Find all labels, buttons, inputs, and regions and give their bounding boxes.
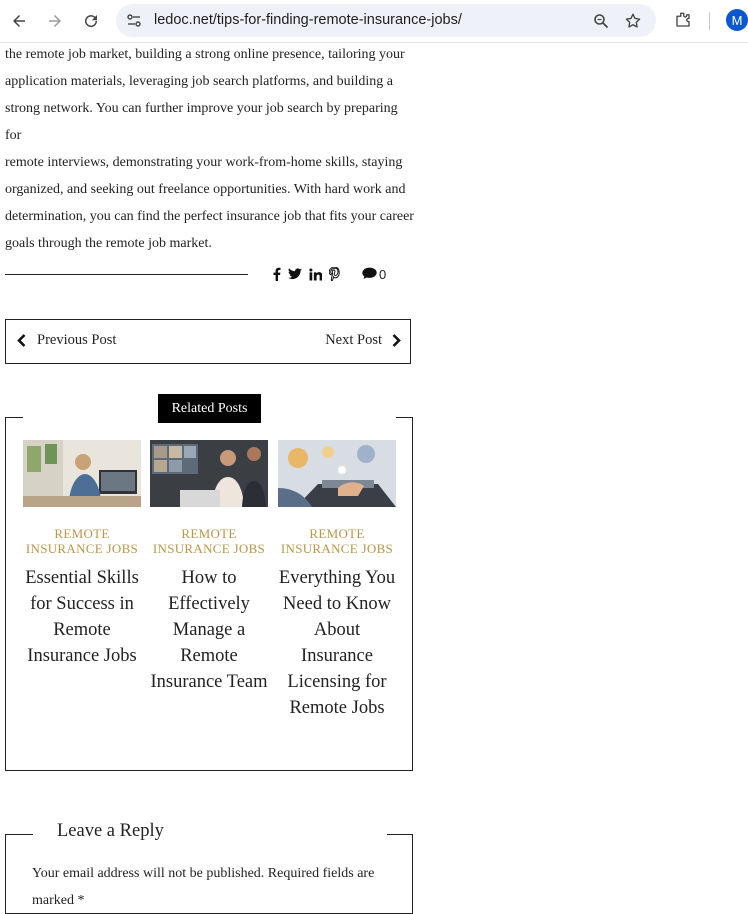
article-line: remote interviews, demonstrating your wo… bbox=[5, 155, 403, 170]
star-icon[interactable] bbox=[622, 10, 644, 32]
article-line: the remote job market, building a strong… bbox=[5, 47, 405, 62]
related-posts-heading: Related Posts bbox=[158, 394, 261, 423]
related-post-thumbnail[interactable] bbox=[278, 440, 396, 507]
related-box-top-right-edge bbox=[396, 417, 413, 418]
article-line: goals through the remote job market. bbox=[5, 236, 212, 251]
related-post-card[interactable]: REMOTE INSURANCE JOBS Essential Skills f… bbox=[22, 440, 142, 669]
linkedin-icon[interactable] bbox=[309, 268, 322, 281]
chevron-right-icon bbox=[392, 334, 401, 347]
post-navigation: Previous Post Next Post bbox=[5, 319, 411, 364]
profile-avatar[interactable]: M bbox=[726, 9, 748, 31]
comment-icon bbox=[362, 267, 377, 282]
reply-box-top-right-edge bbox=[387, 834, 413, 835]
reply-heading: Leave a Reply bbox=[57, 821, 164, 842]
reply-box-top-left-edge bbox=[5, 834, 33, 835]
article-line: application materials, leveraging job se… bbox=[5, 74, 393, 89]
article-line: strong network. You can further improve … bbox=[5, 101, 398, 143]
previous-post-link[interactable]: Previous Post bbox=[16, 332, 116, 349]
related-post-thumbnail[interactable] bbox=[150, 440, 268, 507]
address-bar[interactable]: ledoc.net/tips-for-finding-remote-insura… bbox=[116, 4, 656, 37]
site-settings-icon[interactable] bbox=[124, 11, 144, 31]
comment-count[interactable]: 0 bbox=[362, 264, 386, 284]
share-divider bbox=[5, 274, 248, 275]
related-post-title[interactable]: Everything You Need to Know About Insura… bbox=[277, 565, 397, 721]
article-line: determination, you can find the perfect … bbox=[5, 209, 414, 224]
reply-note: Your email address will not be published… bbox=[32, 866, 375, 908]
article-body: the remote job market, building a strong… bbox=[5, 41, 415, 257]
pinterest-icon[interactable] bbox=[329, 267, 340, 281]
related-post-category[interactable]: REMOTE INSURANCE JOBS bbox=[149, 526, 269, 556]
related-post-title[interactable]: How to Effectively Manage a Remote Insur… bbox=[149, 565, 269, 695]
article-line: organized, and seeking out freelance opp… bbox=[5, 182, 406, 197]
toolbar-divider bbox=[709, 12, 710, 30]
next-post-label: Next Post bbox=[325, 332, 382, 348]
previous-post-label: Previous Post bbox=[37, 332, 117, 348]
reload-icon[interactable] bbox=[78, 8, 104, 34]
twitter-icon[interactable] bbox=[288, 268, 302, 280]
comment-count-value: 0 bbox=[379, 266, 387, 282]
related-post-card[interactable]: REMOTE INSURANCE JOBS Everything You Nee… bbox=[277, 440, 397, 721]
related-post-title[interactable]: Essential Skills for Success in Remote I… bbox=[22, 565, 142, 669]
related-box-top-left-edge bbox=[5, 417, 23, 418]
facebook-icon[interactable] bbox=[272, 267, 281, 281]
url-text[interactable]: ledoc.net/tips-for-finding-remote-insura… bbox=[154, 12, 462, 28]
forward-arrow-icon[interactable] bbox=[42, 8, 68, 34]
next-post-link[interactable]: Next Post bbox=[325, 332, 402, 349]
browser-toolbar: ledoc.net/tips-for-finding-remote-insura… bbox=[0, 0, 748, 43]
zoom-icon[interactable] bbox=[590, 10, 612, 32]
related-post-card[interactable]: REMOTE INSURANCE JOBS How to Effectively… bbox=[149, 440, 269, 695]
related-post-category[interactable]: REMOTE INSURANCE JOBS bbox=[22, 526, 142, 556]
related-post-category[interactable]: REMOTE INSURANCE JOBS bbox=[277, 526, 397, 556]
related-post-thumbnail[interactable] bbox=[23, 440, 141, 507]
extensions-icon[interactable] bbox=[672, 9, 694, 31]
share-icons bbox=[272, 264, 347, 284]
back-arrow-icon[interactable] bbox=[6, 8, 32, 34]
chevron-left-icon bbox=[17, 334, 26, 347]
